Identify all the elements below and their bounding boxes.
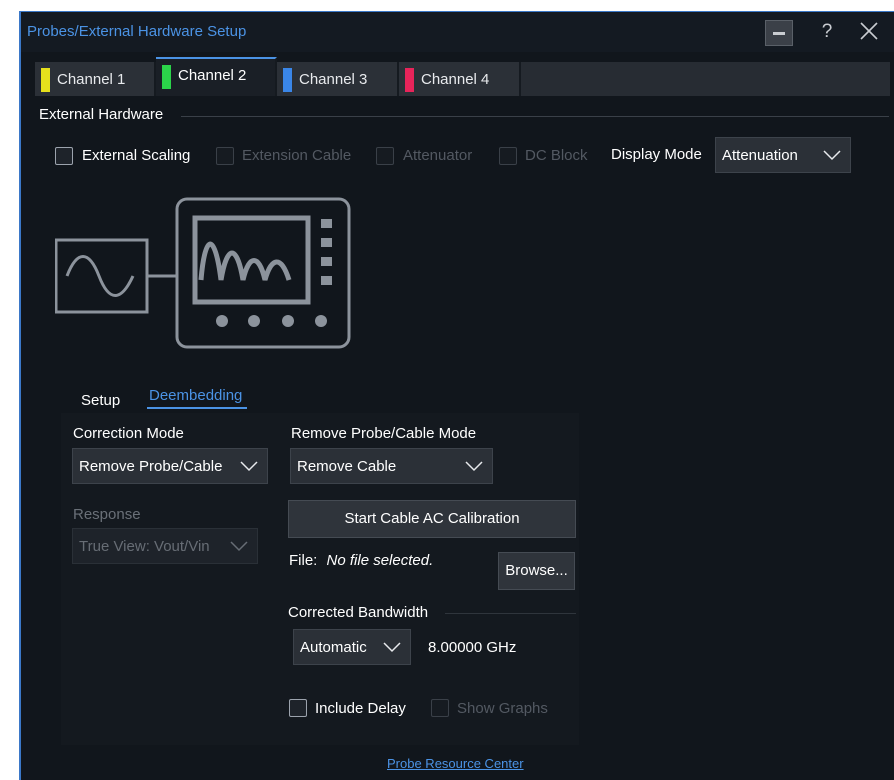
tab-label: Channel 1: [57, 71, 126, 88]
tab-channel-1[interactable]: Channel 1: [35, 62, 156, 96]
bandwidth-mode-value: Automatic: [300, 639, 367, 656]
dc-block-label: DC Block: [525, 147, 588, 164]
close-icon[interactable]: [857, 18, 881, 44]
chevron-down-icon: [465, 461, 483, 472]
channel-1-color-swatch: [41, 68, 50, 92]
subtab-setup[interactable]: Setup: [81, 392, 120, 409]
bandwidth-value: 8.00000 GHz: [428, 639, 517, 656]
response-value: True View: Vout/Vin: [79, 538, 210, 555]
help-icon[interactable]: ?: [817, 20, 837, 44]
title-bar: Probes/External Hardware Setup ?: [21, 12, 894, 52]
display-mode-value: Attenuation: [722, 147, 798, 164]
window-title: Probes/External Hardware Setup: [27, 23, 247, 40]
extension-cable-checkbox: [216, 147, 234, 165]
channel-4-color-swatch: [405, 68, 414, 92]
response-select: True View: Vout/Vin: [72, 528, 258, 564]
remove-mode-label: Remove Probe/Cable Mode: [291, 425, 477, 442]
show-graphs-checkbox: [431, 699, 449, 717]
extension-cable-label: Extension Cable: [242, 147, 352, 164]
file-value: No file selected.: [326, 552, 434, 569]
browse-button[interactable]: Browse...: [498, 552, 575, 590]
probes-setup-dialog: Probes/External Hardware Setup ? Channel…: [19, 11, 894, 780]
subtab-deembedding[interactable]: Deembedding: [149, 387, 242, 404]
tab-channel-4[interactable]: Channel 4: [399, 62, 521, 96]
tab-channel-2[interactable]: Channel 2: [156, 57, 277, 96]
correction-mode-value: Remove Probe/Cable: [79, 458, 223, 475]
display-mode-label: Display Mode: [611, 146, 702, 163]
chevron-down-icon: [240, 461, 258, 472]
response-label: Response: [73, 506, 141, 523]
channel-tabs: Channel 1 Channel 2 Channel 3 Channel 4: [35, 57, 890, 96]
display-mode-select[interactable]: Attenuation: [715, 137, 851, 173]
channel-2-color-swatch: [162, 65, 171, 89]
oscilloscope-icon: [175, 197, 351, 349]
tab-label: Channel 2: [178, 67, 247, 84]
file-row: File: No file selected.: [289, 552, 433, 569]
external-scaling-checkbox[interactable]: [55, 147, 73, 165]
subtab-active-indicator: [147, 407, 247, 409]
corrected-bandwidth-label: Corrected Bandwidth: [288, 604, 429, 621]
start-calibration-button[interactable]: Start Cable AC Calibration: [288, 500, 576, 538]
chevron-down-icon: [823, 150, 841, 161]
correction-mode-label: Correction Mode: [73, 425, 184, 442]
chevron-down-icon: [230, 541, 248, 552]
attenuator-label: Attenuator: [403, 147, 473, 164]
chevron-down-icon: [383, 642, 401, 653]
attenuator-checkbox: [376, 147, 394, 165]
remove-mode-select[interactable]: Remove Cable: [290, 448, 493, 484]
probe-resource-center-link[interactable]: Probe Resource Center: [387, 756, 524, 771]
sine-source-icon: [55, 238, 177, 314]
channel-3-color-swatch: [283, 68, 292, 92]
dc-block-checkbox: [499, 147, 517, 165]
include-delay-checkbox[interactable]: [289, 699, 307, 717]
hardware-diagram: [55, 197, 351, 349]
external-hardware-heading: External Hardware: [39, 106, 164, 123]
tab-label: Channel 4: [421, 71, 490, 88]
tab-label: Channel 3: [299, 71, 368, 88]
minimize-icon[interactable]: [765, 20, 793, 46]
include-delay-label: Include Delay: [315, 700, 406, 717]
bandwidth-divider: [445, 613, 576, 614]
section-divider: [181, 116, 889, 117]
bandwidth-mode-select[interactable]: Automatic: [293, 629, 411, 665]
tab-channel-3[interactable]: Channel 3: [277, 62, 399, 96]
file-label: File:: [289, 552, 318, 569]
correction-mode-select[interactable]: Remove Probe/Cable: [72, 448, 268, 484]
show-graphs-label: Show Graphs: [457, 700, 548, 717]
remove-mode-value: Remove Cable: [297, 458, 397, 475]
external-scaling-label: External Scaling: [82, 147, 191, 164]
